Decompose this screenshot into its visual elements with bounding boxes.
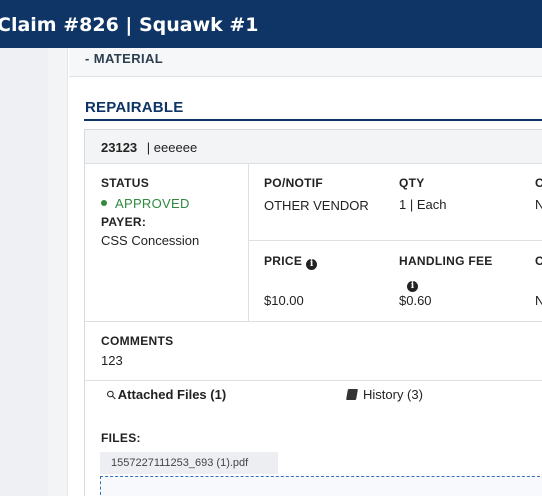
file-attachment-link[interactable]: 1557227111253_693 (1).pdf <box>100 452 278 474</box>
left-rail <box>0 48 48 496</box>
status-badge: APPROVED <box>101 196 190 211</box>
comments-label: COMMENTS <box>101 334 174 348</box>
payer-value: CSS Concession <box>101 233 200 248</box>
handling-fee-value: $0.60 <box>399 293 432 308</box>
tab-attached-files-label: Attached Files (1) <box>117 387 227 402</box>
detail-row-top: PO/NOTIF OTHER VENDOR QTY 1 | Each C N <box>249 164 542 241</box>
status-dot-icon <box>101 200 107 206</box>
status-label: STATUS <box>101 176 150 190</box>
status-column: STATUS APPROVED PAYER: CSS Concession <box>85 164 249 321</box>
card-divider <box>85 321 542 322</box>
extra-column-value-2: N <box>535 293 542 308</box>
tab-history-label: History (3) <box>363 387 423 402</box>
part-number: 23123 <box>101 140 138 155</box>
qty-label: QTY <box>399 176 425 190</box>
handling-fee-info: i <box>403 274 418 292</box>
info-icon[interactable]: i <box>306 259 318 270</box>
part-card: 23123 | eeeeee STATUS APPROVED PAYER: CS… <box>84 129 542 496</box>
extra-column-label-2: C <box>535 254 542 268</box>
files-label: FILES: <box>101 431 141 445</box>
left-rail-edge <box>48 48 68 496</box>
material-section-toggle[interactable]: - MATERIAL <box>69 48 542 77</box>
part-card-header: 23123 | eeeeee <box>85 130 542 164</box>
po-value: OTHER VENDOR <box>264 198 369 213</box>
payer-label: PAYER: <box>101 215 147 229</box>
page-title: Claim #826 | Squawk #1 <box>0 14 259 36</box>
extra-column-label: C <box>535 176 542 190</box>
part-separator: | <box>146 140 151 155</box>
tab-attached-files[interactable]: ⚲Attached Files (1) <box>103 387 227 403</box>
price-label-group: PRICE i <box>264 254 318 270</box>
info-icon[interactable]: i <box>407 281 418 292</box>
extra-column-value: N <box>535 197 542 212</box>
claim-panel: - MATERIAL REPAIRABLE 23123 | eeeeee STA… <box>69 48 542 496</box>
detail-row-bottom: PRICE i $10.00 HANDLING FEE i $0.60 C N <box>249 241 542 321</box>
book-icon <box>346 389 358 400</box>
price-value: $10.00 <box>264 293 304 308</box>
file-dropzone[interactable] <box>100 476 542 496</box>
qty-value: 1 | Each <box>399 197 447 212</box>
repairable-heading: REPAIRABLE <box>85 99 184 116</box>
po-label: PO/NOTIF <box>264 176 324 190</box>
price-label: PRICE <box>264 254 303 268</box>
handling-fee-label: HANDLING FEE <box>399 254 493 268</box>
section-divider <box>84 119 542 121</box>
part-description: eeeeee <box>153 140 198 155</box>
status-value: APPROVED <box>115 196 190 211</box>
app-header: Claim #826 | Squawk #1 <box>0 0 542 48</box>
comments-value: 123 <box>101 353 123 368</box>
card-divider <box>85 380 542 381</box>
tab-history[interactable]: History (3) <box>346 387 423 402</box>
